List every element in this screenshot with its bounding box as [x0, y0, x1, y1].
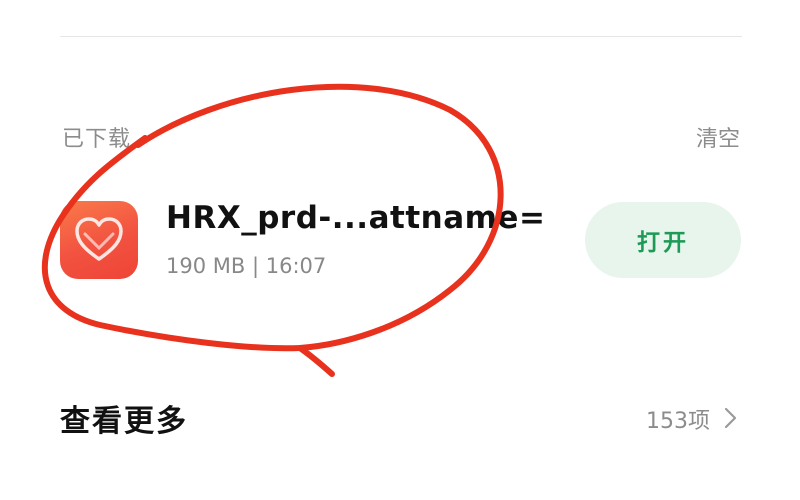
- section-title-downloaded: 已下载: [62, 127, 132, 152]
- download-time: 16:07: [265, 254, 327, 278]
- heart-icon: [75, 217, 123, 261]
- clear-button[interactable]: 清空: [696, 121, 740, 153]
- heart-app-icon[interactable]: [60, 201, 138, 279]
- view-more-title: 查看更多: [60, 404, 188, 439]
- file-name: HRX_prd-...attname=: [166, 200, 546, 236]
- top-divider: [60, 36, 742, 37]
- file-size: 190 MB: [166, 254, 246, 278]
- chevron-right-icon[interactable]: [720, 406, 740, 430]
- meta-separator: |: [251, 254, 260, 278]
- view-more-row[interactable]: 查看更多 153项: [60, 392, 744, 442]
- download-item[interactable]: HRX_prd-...attname= 190 MB | 16:07 打开: [58, 196, 748, 296]
- file-meta: 190 MB | 16:07: [166, 254, 326, 278]
- view-more-count: 153项: [646, 409, 710, 434]
- open-button[interactable]: 打开: [585, 202, 741, 278]
